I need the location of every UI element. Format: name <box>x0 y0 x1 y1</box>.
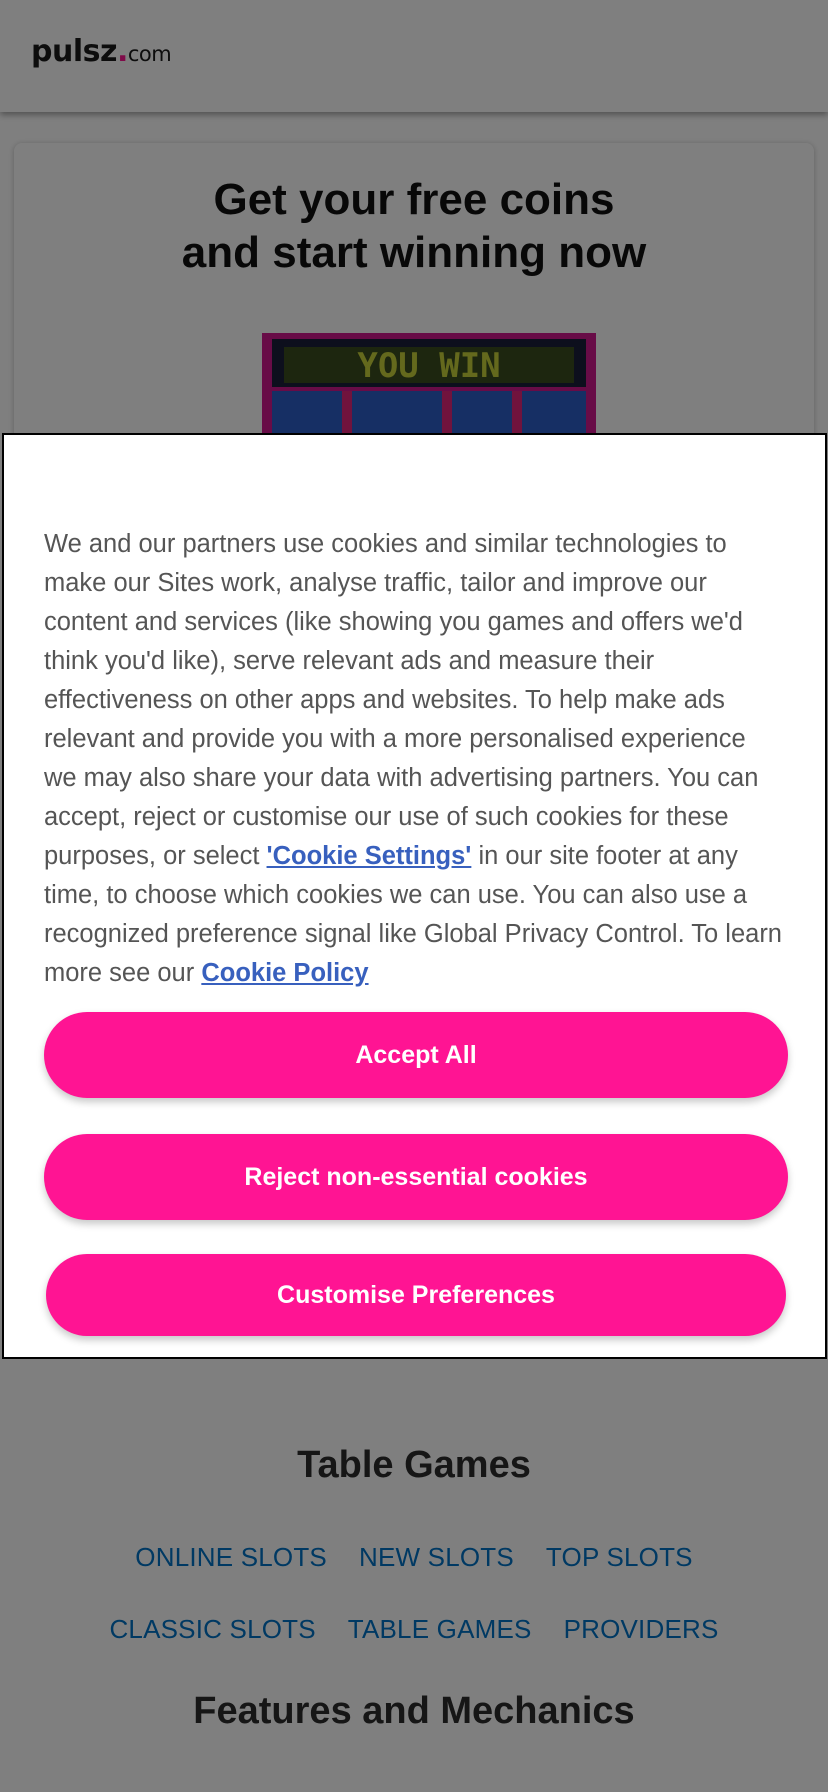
cookie-consent-dialog: We and our partners use cookies and simi… <box>2 433 827 1359</box>
cookie-description: We and our partners use cookies and simi… <box>44 530 782 987</box>
accept-all-button[interactable]: Accept All <box>44 1012 788 1098</box>
customise-preferences-button[interactable]: Customise Preferences <box>46 1254 786 1336</box>
reject-non-essential-button[interactable]: Reject non-essential cookies <box>44 1134 788 1220</box>
cookie-policy-link[interactable]: Cookie Policy <box>201 959 368 987</box>
cookie-settings-link[interactable]: 'Cookie Settings' <box>267 842 472 870</box>
